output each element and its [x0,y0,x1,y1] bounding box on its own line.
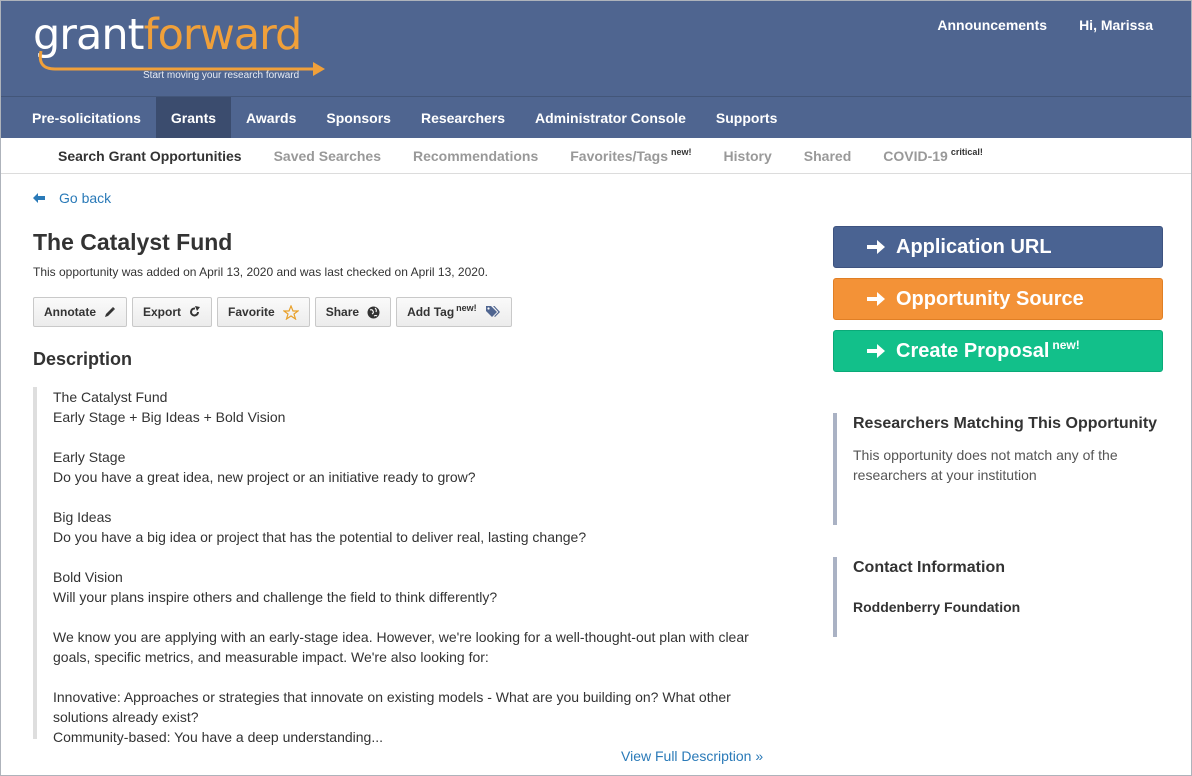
description-block: The Catalyst Fund Early Stage + Big Ideas… [33,387,778,745]
application-url-button[interactable]: Application URL [833,226,1163,268]
description-paragraph: Early Stage Do you have a great idea, new… [53,447,778,487]
user-menu-link[interactable]: Hi, Marissa [1079,17,1153,33]
researchers-panel-title: Researchers Matching This Opportunity [853,415,1158,432]
nav-administrator-console[interactable]: Administrator Console [520,97,701,139]
star-icon [282,304,299,320]
nav-pre-solicitations[interactable]: Pre-solicitations [17,97,156,139]
add-tag-button[interactable]: Add Tag new! [396,297,512,327]
go-back-label: Go back [59,190,112,206]
arrow-right-icon [867,292,885,306]
globe-icon [367,306,380,318]
export-label: Export [143,305,182,319]
application-url-label: Application URL [896,235,1052,258]
nav-supports[interactable]: Supports [701,97,792,139]
grantforward-logo[interactable]: grantforward Start moving your research … [33,9,333,89]
arrow-right-icon [867,344,885,358]
researchers-panel: Researchers Matching This Opportunity Th… [833,413,1163,525]
add-tag-label-wrap: Add Tag new! [407,303,477,320]
annotate-button[interactable]: Annotate [33,297,127,327]
new-badge: new! [1052,337,1080,352]
subnav-history[interactable]: History [708,138,788,173]
page-subtitle: This opportunity was added on April 13, … [33,265,488,279]
opportunity-source-label: Opportunity Source [896,287,1084,310]
description-line: Early Stage + Big Ideas + Bold Vision [53,409,286,425]
add-tag-label: Add Tag [407,305,455,319]
annotate-label: Annotate [44,305,96,319]
tag-icon [485,306,500,317]
share-label: Share [325,305,360,319]
description-line: Do you have a big idea or project that h… [53,529,587,545]
logo-tagline: Start moving your research forward [143,70,300,81]
researchers-panel-text: This opportunity does not match any of t… [853,447,1118,483]
go-back-link[interactable]: Go back [33,190,111,206]
contact-panel-title: Contact Information [853,559,1005,576]
description-line: The Catalyst Fund [53,389,168,405]
description-paragraph: Bold Vision Will your plans inspire other… [53,567,778,607]
export-button[interactable]: Export [132,297,213,327]
create-proposal-label: Create Proposal [896,339,1050,362]
site-header: grantforward Start moving your research … [1,1,1191,96]
description-line: Do you have a great idea, new project or… [53,469,476,485]
description-line: Will your plans inspire others and chall… [53,589,498,605]
description-line: Early Stage [53,449,126,465]
action-toolbar: Annotate Export Favorite Share Add Tag ne… [33,297,512,327]
share-button[interactable]: Share [314,297,392,327]
page-title: The Catalyst Fund [33,229,233,255]
subnav-recommendations[interactable]: Recommendations [397,138,554,173]
new-badge: new! [671,147,692,158]
nav-grants[interactable]: Grants [155,97,232,139]
subnav-favorites-label: Favorites/Tags [570,148,669,164]
description-paragraph: Innovative: Approaches or strategies tha… [53,689,731,725]
description-heading: Description [33,349,133,369]
export-icon [190,306,201,317]
subnav-search-grant-opportunities[interactable]: Search Grant Opportunities [42,138,258,173]
sub-nav: Search Grant Opportunities Saved Searche… [1,138,1191,174]
nav-researchers[interactable]: Researchers [406,97,520,139]
favorite-label: Favorite [228,305,275,319]
nav-awards[interactable]: Awards [231,97,311,139]
pencil-icon [105,307,115,317]
arrow-left-icon [33,193,45,203]
subnav-shared[interactable]: Shared [788,138,867,173]
description-paragraph: We know you are applying with an early-s… [53,629,749,665]
contact-organization: Roddenberry Foundation [853,599,1021,615]
create-proposal-label-wrap: Create Proposal new! [896,337,1080,363]
top-links: Announcements Hi, Marissa [937,17,1153,33]
contact-panel: Contact Information Roddenberry Foundati… [833,557,1163,637]
subnav-favorites-tags[interactable]: Favorites/Tags new! [554,138,707,173]
opportunity-source-button[interactable]: Opportunity Source [833,278,1163,320]
main-nav: Pre-solicitations Grants Awards Sponsors… [1,96,1191,139]
description-line: Big Ideas [53,509,112,525]
view-full-description-link[interactable]: View Full Description » [621,748,763,764]
announcements-link[interactable]: Announcements [937,17,1047,33]
description-line: Bold Vision [53,569,123,585]
subnav-covid-19[interactable]: COVID-19 critical! [867,138,999,173]
arrow-right-icon [867,240,885,254]
nav-sponsors[interactable]: Sponsors [311,97,406,139]
critical-badge: critical! [950,147,983,158]
favorite-button[interactable]: Favorite [217,297,310,327]
subnav-saved-searches[interactable]: Saved Searches [258,138,397,173]
new-badge: new! [456,303,477,313]
description-paragraph: Community-based: You have a deep underst… [53,729,384,745]
description-paragraph: The Catalyst Fund Early Stage + Big Ideas… [53,387,778,427]
create-proposal-button[interactable]: Create Proposal new! [833,330,1163,372]
subnav-covid-label: COVID-19 [883,148,948,164]
description-paragraph: Big Ideas Do you have a big idea or proje… [53,507,778,547]
